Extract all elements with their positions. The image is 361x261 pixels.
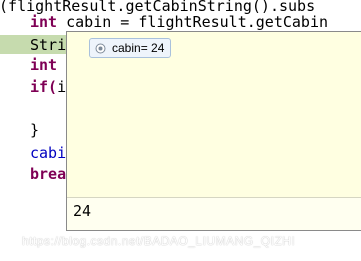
code-line: int	[30, 56, 58, 74]
code-line: Stri	[30, 36, 67, 54]
value-detail-pane[interactable]: 24	[67, 197, 361, 230]
local-variable-icon	[95, 43, 106, 53]
debug-hover-popup[interactable]: cabin= 24 24	[66, 31, 361, 231]
code-line: cabi	[30, 144, 67, 162]
value-text: 24	[73, 202, 92, 220]
watermark: https://blog.csdn.net/BADAO_LIUMANG_QIZH…	[22, 234, 296, 248]
variable-label: cabin= 24	[112, 41, 165, 55]
code-line: brea	[30, 165, 67, 183]
code-line: if(i	[30, 78, 67, 96]
code-line: }	[30, 121, 40, 139]
code-line: int cabin = flightResult.getCabin	[30, 13, 329, 31]
variable-tree-item[interactable]: cabin= 24	[89, 38, 172, 58]
